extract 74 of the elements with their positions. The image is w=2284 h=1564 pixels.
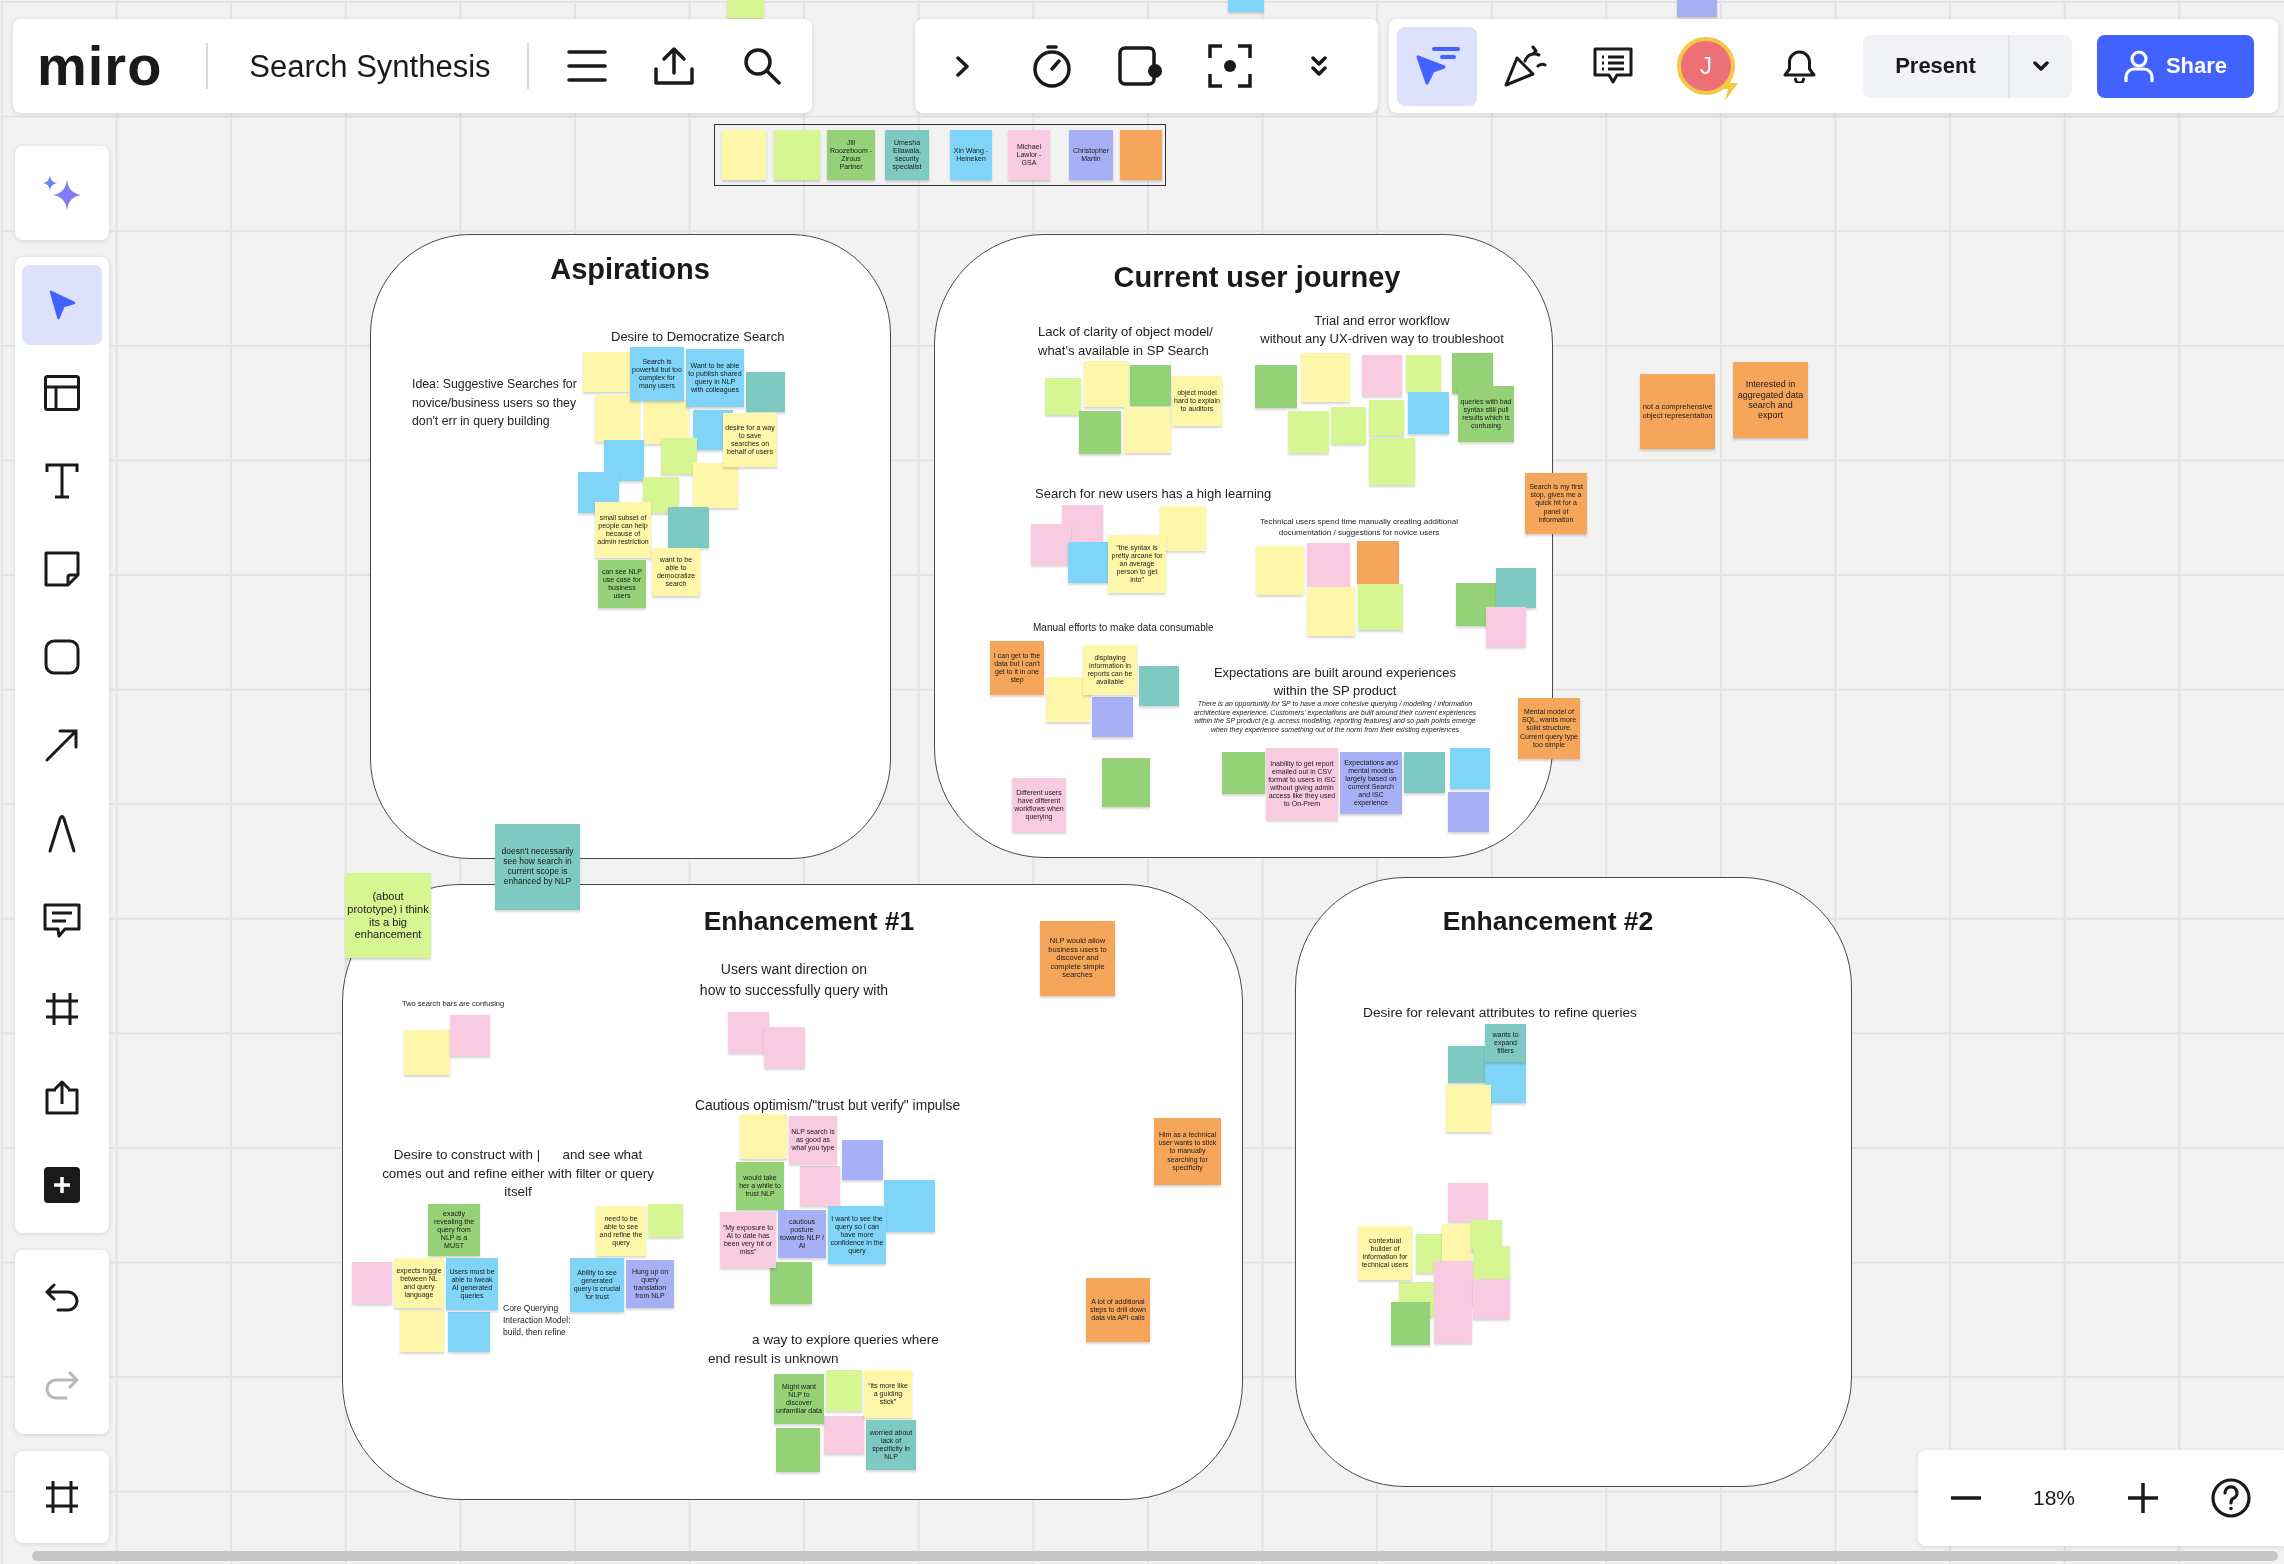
card-icon[interactable] — [1117, 46, 1164, 86]
text-tool-button[interactable] — [45, 463, 79, 499]
note-text: Core Querying Interaction Model: build, then refine — [503, 1302, 571, 1338]
sticky-note: (about prototype) i think its a big enhancement — [345, 873, 431, 958]
help-icon[interactable] — [2211, 1478, 2252, 1518]
undo-icon — [44, 1283, 80, 1313]
attention-button[interactable] — [1397, 26, 1477, 106]
cursor-icon — [48, 289, 76, 321]
sticky-note: Interested in aggregated data search and export — [1733, 362, 1808, 438]
frame-title: Aspirations — [550, 255, 710, 284]
frame-title: Enhancement #2 — [1442, 908, 1654, 935]
frame-title: Current user journey — [1113, 263, 1401, 292]
cluster-heading: Cautious optimism/"trust but verify" impulse — [695, 1098, 961, 1114]
square-icon — [44, 639, 80, 675]
zoom-level[interactable]: 18% — [2033, 1486, 2076, 1510]
cluster-heading: Desire to construct with | and see what comes out and refine either with filter or query itself — [382, 1146, 654, 1201]
frame-title: Enhancement #1 — [703, 908, 915, 935]
add-tool-button[interactable] — [44, 1167, 80, 1203]
horizontal-scrollbar[interactable] — [32, 1551, 2278, 1561]
board-title[interactable]: Search Synthesis — [249, 50, 491, 82]
upload-tool-button[interactable] — [44, 1079, 80, 1115]
pen-tool-button[interactable] — [47, 813, 77, 853]
person-icon — [2123, 50, 2154, 82]
redo-icon — [44, 1371, 80, 1401]
text-icon — [45, 463, 79, 499]
arrow-icon — [44, 727, 80, 763]
line-tool-button[interactable] — [44, 727, 80, 763]
cluster-heading: Search for new users has a high learning — [1035, 485, 1272, 502]
timer-icon[interactable] — [1030, 44, 1073, 88]
reactions-button[interactable] — [1503, 44, 1547, 88]
sticky-note: doesn't necessarily see how search in current scope is enhanced by NLP — [495, 824, 580, 910]
upload-icon[interactable] — [652, 46, 695, 86]
search-icon[interactable] — [742, 47, 781, 85]
shape-tool-button[interactable] — [44, 639, 80, 675]
comment-icon — [43, 903, 81, 939]
template-icon — [44, 375, 80, 411]
cluster-heading: Technical users spend time manually creating additional documentation / suggestions for novice users — [1260, 516, 1458, 538]
share-label: Share — [2165, 53, 2228, 79]
plus-icon[interactable] — [2128, 1483, 2159, 1513]
cluster-heading: Expectations are built around experiences within the SP product — [1213, 664, 1457, 700]
app-logo[interactable]: miro — [37, 38, 163, 94]
sticky-note-icon — [44, 551, 80, 587]
confetti-icon — [1503, 44, 1547, 88]
plus-icon — [44, 1167, 80, 1203]
upload-icon — [44, 1079, 80, 1115]
comment-tool-button[interactable] — [43, 903, 81, 939]
menu-icon[interactable] — [566, 49, 607, 83]
cluster-heading: Desire to Democratize Search — [611, 328, 785, 345]
share-button[interactable]: Share — [2097, 34, 2254, 98]
idea-text: Idea: Suggestive Searches for novice/business users so they don't err in query building — [412, 376, 577, 430]
chevron-right-icon[interactable] — [956, 55, 969, 77]
select-tool-button[interactable] — [22, 265, 102, 345]
lightning-icon — [1719, 73, 1739, 101]
caret-down-icon — [2033, 61, 2049, 71]
templates-tool-button[interactable] — [44, 375, 80, 411]
double-chevron-down-icon[interactable] — [1310, 55, 1327, 77]
cluster-heading: a way to explore queries where end result is unknown — [708, 1331, 939, 1368]
cluster-heading: Manual efforts to make data consumable — [1033, 621, 1214, 634]
sticky-note-tool-button[interactable] — [44, 551, 80, 587]
cluster-heading: Desire for relevant attributes to refine queries — [1363, 1005, 1637, 1021]
frame-tool-button[interactable] — [44, 991, 80, 1027]
frame-icon — [44, 991, 80, 1027]
cursor-lines-icon — [1414, 45, 1460, 87]
cluster-heading: Trial and error workflow without any UX-driven way to troubleshoot — [1260, 312, 1504, 348]
cluster-heading: Users want direction on how to successfully query with — [699, 960, 889, 1000]
undo-button[interactable] — [44, 1283, 80, 1313]
bell-icon[interactable] — [1782, 49, 1817, 83]
focus-icon[interactable] — [1207, 44, 1252, 88]
present-button[interactable]: Present — [1863, 34, 2008, 98]
comment-list-icon — [1593, 47, 1633, 85]
pen-icon — [47, 813, 77, 853]
frame-list-icon[interactable] — [44, 1479, 80, 1515]
comments-button[interactable] — [1593, 47, 1633, 85]
cluster-heading: Lack of clarity of object model/ what's available in SP Search — [1038, 323, 1213, 360]
